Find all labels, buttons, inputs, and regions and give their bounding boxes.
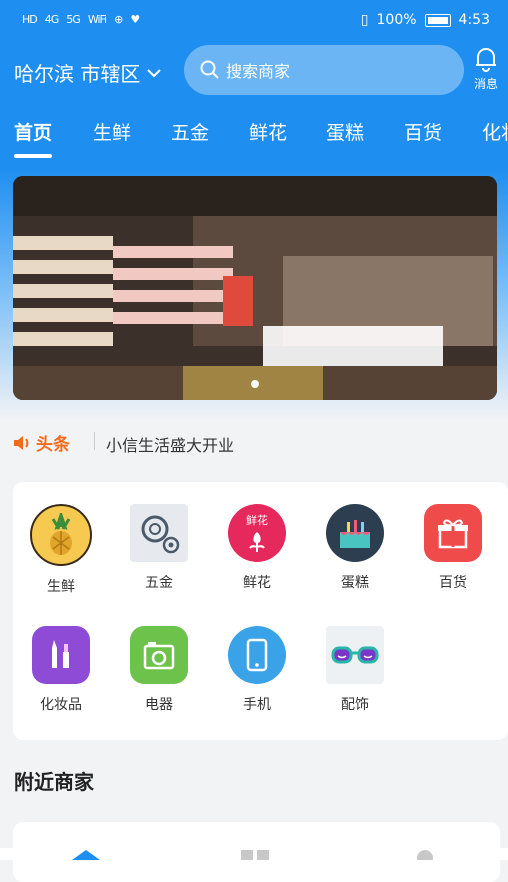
status-right: ▯ 100% 4:53 xyxy=(361,12,490,28)
signal-5g-icon: 5G xyxy=(66,13,80,26)
tab-cake[interactable]: 蛋糕 xyxy=(326,118,364,145)
status-left: HD 4G 5G WiFi ⊕ ♥ xyxy=(22,13,140,26)
tab-home[interactable]: 首页 xyxy=(14,118,52,145)
chevron-down-icon xyxy=(147,68,162,77)
home-tab-icon[interactable] xyxy=(70,848,102,860)
store-interior-image xyxy=(13,176,497,400)
grid-label-fresh: 生鲜 xyxy=(47,579,75,595)
news-text: 小信生活盛大开业 xyxy=(106,436,235,455)
battery-icon xyxy=(424,13,451,27)
nearby-section-title: 附近商家 xyxy=(14,770,94,794)
headline-label: 头条 xyxy=(36,435,70,455)
appliance-icon xyxy=(130,626,188,684)
grid-item-phone[interactable]: 手机 xyxy=(217,626,297,714)
profile-tab-icon[interactable] xyxy=(414,848,436,860)
tab-hardware[interactable]: 五金 xyxy=(171,118,209,145)
grid-label-accessories: 配饰 xyxy=(341,697,369,713)
search-icon xyxy=(200,60,219,79)
category-tabs: 首页 生鲜 五金 鲜花 蛋糕 百货 化妆 xyxy=(0,110,508,160)
category-grid: 生鲜 五金 鲜花 鲜花 蛋糕 百货 化妆品 电器 手机 配饰 xyxy=(13,482,508,740)
grid-item-fresh[interactable]: 生鲜 xyxy=(21,504,101,596)
grid-label-appliance: 电器 xyxy=(145,697,173,713)
bottom-tab-bar xyxy=(0,848,508,860)
grid-item-hardware[interactable]: 五金 xyxy=(119,504,199,592)
grid-item-cosmetics[interactable]: 化妆品 xyxy=(21,626,101,714)
grid-label-general: 百货 xyxy=(439,575,467,591)
clock: 4:53 xyxy=(458,12,490,28)
search-bar[interactable]: 搜索商家 xyxy=(184,45,464,95)
grid-item-general[interactable]: 百货 xyxy=(413,504,493,592)
news-ticker[interactable]: 头条 小信生活盛大开业 xyxy=(0,420,508,464)
flower-icon-text: 鲜花 xyxy=(246,514,268,527)
phone-icon xyxy=(228,626,286,684)
gears-icon xyxy=(130,504,188,562)
news-divider xyxy=(94,432,95,450)
tab-flowers[interactable]: 鲜花 xyxy=(249,118,287,145)
grid-label-hardware: 五金 xyxy=(145,575,173,591)
city-selector[interactable]: 哈尔滨 市辖区 xyxy=(14,58,162,87)
tab-fresh[interactable]: 生鲜 xyxy=(93,118,131,145)
tab-cosmetics[interactable]: 化妆 xyxy=(482,118,508,145)
city-label: 哈尔滨 市辖区 xyxy=(14,62,141,86)
pineapple-icon xyxy=(30,504,92,566)
cosmetics-icon xyxy=(32,626,90,684)
health-icon: ♥ xyxy=(130,13,140,26)
active-tab-indicator xyxy=(14,154,52,158)
promo-banner[interactable] xyxy=(13,176,497,400)
glasses-icon xyxy=(326,626,384,684)
grid-label-cake: 蛋糕 xyxy=(341,575,369,591)
grid-label-cosmetics: 化妆品 xyxy=(40,697,82,713)
category-tab-icon[interactable] xyxy=(240,848,270,860)
wifi-icon: WiFi xyxy=(87,13,107,26)
search-placeholder: 搜索商家 xyxy=(226,62,291,81)
top-bar: 哈尔滨 市辖区 搜索商家 消息 xyxy=(0,42,508,98)
battery-percent: 100% xyxy=(376,12,417,28)
flower-icon: 鲜花 xyxy=(228,504,286,562)
bell-icon xyxy=(476,48,496,72)
grid-label-flowers: 鲜花 xyxy=(243,575,271,591)
message-button[interactable]: 消息 xyxy=(470,46,502,92)
gift-icon xyxy=(424,504,482,562)
hd-indicator: HD xyxy=(22,13,38,26)
grid-item-appliance[interactable]: 电器 xyxy=(119,626,199,714)
grid-item-cake[interactable]: 蛋糕 xyxy=(315,504,395,592)
grid-item-accessories[interactable]: 配饰 xyxy=(315,626,395,714)
nfc-icon: ⊕ xyxy=(114,13,123,26)
vibrate-icon: ▯ xyxy=(360,12,369,28)
signal-4g-icon: 4G xyxy=(44,13,59,26)
status-bar: HD 4G 5G WiFi ⊕ ♥ ▯ 100% 4:53 xyxy=(0,0,508,42)
tab-general[interactable]: 百货 xyxy=(404,118,442,145)
grid-item-flowers[interactable]: 鲜花 鲜花 xyxy=(217,504,297,592)
grid-label-phone: 手机 xyxy=(243,697,271,713)
message-label: 消息 xyxy=(473,77,498,91)
headline-badge: 头条 xyxy=(12,430,70,455)
speaker-icon xyxy=(14,435,29,450)
cake-icon xyxy=(326,504,384,562)
